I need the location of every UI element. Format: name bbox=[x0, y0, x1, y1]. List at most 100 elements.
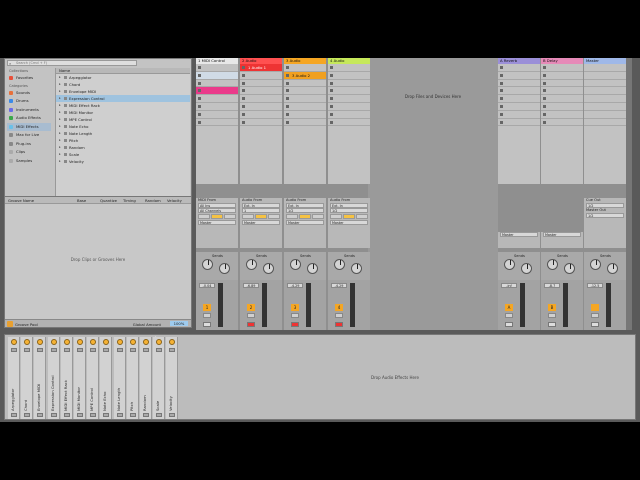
send-b-knob[interactable] bbox=[351, 263, 362, 274]
device-control[interactable] bbox=[156, 348, 163, 352]
monitor-option[interactable] bbox=[299, 214, 311, 219]
clip-slot[interactable] bbox=[284, 103, 326, 111]
send-a-knob[interactable] bbox=[246, 259, 257, 270]
volume-fader[interactable] bbox=[526, 283, 536, 327]
device-control[interactable] bbox=[169, 348, 176, 352]
arm-button[interactable] bbox=[591, 322, 599, 327]
output-select[interactable]: Master bbox=[543, 232, 581, 237]
clip-stop-icon[interactable] bbox=[543, 73, 546, 77]
clip-slot[interactable] bbox=[196, 103, 238, 111]
arm-button[interactable] bbox=[548, 322, 556, 327]
session-scrollbar[interactable] bbox=[626, 58, 632, 330]
clip-slot[interactable] bbox=[498, 103, 540, 111]
device-control[interactable] bbox=[63, 348, 70, 352]
device-control[interactable] bbox=[50, 348, 57, 352]
send-a-knob[interactable] bbox=[547, 259, 558, 270]
list-item[interactable]: ▸ Scale bbox=[56, 151, 190, 158]
clip-slot[interactable] bbox=[584, 80, 626, 88]
device[interactable]: Scale bbox=[153, 337, 166, 419]
clip-slot[interactable] bbox=[584, 111, 626, 119]
device-control[interactable] bbox=[11, 348, 17, 352]
device-control[interactable] bbox=[156, 413, 163, 417]
send-b-knob[interactable] bbox=[219, 263, 230, 274]
device-control[interactable] bbox=[37, 348, 44, 352]
clip-slot[interactable] bbox=[584, 119, 626, 127]
clip-slot[interactable] bbox=[196, 80, 238, 88]
clip-stop-icon[interactable] bbox=[500, 66, 503, 69]
solo-button[interactable] bbox=[203, 313, 211, 318]
clip-slot[interactable] bbox=[240, 72, 282, 80]
volume-fader[interactable] bbox=[268, 283, 278, 327]
expand-arrow-icon[interactable]: ▸ bbox=[59, 74, 61, 81]
sidebar-item-category[interactable]: Samples bbox=[7, 157, 51, 166]
clip-stop-icon[interactable] bbox=[330, 89, 333, 93]
device-activator-icon[interactable] bbox=[116, 339, 123, 345]
clip-slot[interactable] bbox=[541, 119, 583, 127]
clip-slot[interactable] bbox=[328, 95, 370, 103]
groove-column-header[interactable]: Quantize bbox=[100, 198, 117, 203]
expand-arrow-icon[interactable]: ▸ bbox=[59, 102, 61, 109]
arm-button[interactable] bbox=[203, 322, 211, 327]
device-control[interactable] bbox=[129, 348, 136, 352]
clip-slot[interactable] bbox=[498, 95, 540, 103]
clip-slot[interactable] bbox=[584, 95, 626, 103]
clip-slot[interactable] bbox=[541, 80, 583, 88]
volume-fader[interactable] bbox=[356, 283, 366, 327]
track-activator-button[interactable] bbox=[591, 304, 599, 311]
clip-slot[interactable] bbox=[284, 64, 326, 72]
clip-stop-icon[interactable] bbox=[500, 89, 503, 93]
clip-stop-icon[interactable] bbox=[330, 120, 333, 124]
list-item[interactable]: ▸ Arpeggiator bbox=[56, 74, 190, 81]
clip-slot[interactable] bbox=[541, 111, 583, 119]
solo-button[interactable] bbox=[505, 313, 513, 318]
device-activator-icon[interactable] bbox=[143, 339, 149, 345]
sidebar-item-category[interactable]: Max for Live bbox=[7, 131, 51, 140]
arm-button[interactable] bbox=[291, 322, 299, 327]
clip-slot[interactable] bbox=[328, 64, 370, 72]
send-a-knob[interactable] bbox=[504, 259, 515, 270]
volume-field[interactable]: -6.89 bbox=[243, 283, 259, 288]
expand-arrow-icon[interactable]: ▸ bbox=[59, 137, 61, 144]
clip-slot[interactable] bbox=[328, 119, 370, 127]
clip-slot[interactable] bbox=[240, 103, 282, 111]
volume-field[interactable]: -12.5 bbox=[587, 283, 603, 288]
clip-slot[interactable]: 1 Audio 1 bbox=[240, 64, 282, 72]
device-control[interactable] bbox=[77, 348, 83, 352]
device[interactable]: Chord bbox=[21, 337, 34, 419]
track-activator-button[interactable]: 4 bbox=[335, 304, 343, 311]
clip-stop-icon[interactable] bbox=[198, 81, 201, 85]
volume-field[interactable]: -0.04 bbox=[199, 283, 215, 288]
list-item[interactable]: ▸ Pitch bbox=[56, 137, 190, 144]
device-activator-icon[interactable] bbox=[63, 339, 70, 345]
clip-slot[interactable] bbox=[196, 87, 238, 96]
clip-stop-icon[interactable] bbox=[242, 73, 245, 77]
sidebar-item-category[interactable]: Audio Effects bbox=[7, 114, 51, 123]
monitor-option[interactable] bbox=[211, 214, 223, 219]
clip-slot[interactable] bbox=[240, 80, 282, 88]
clip-stop-icon[interactable] bbox=[198, 112, 201, 116]
device[interactable]: Pitch bbox=[126, 337, 139, 419]
solo-button[interactable] bbox=[335, 313, 343, 318]
send-b-knob[interactable] bbox=[607, 263, 618, 274]
output-select[interactable]: Master bbox=[242, 220, 280, 225]
clip-slot[interactable] bbox=[584, 87, 626, 96]
device-control[interactable] bbox=[77, 413, 83, 417]
clip-stop-icon[interactable] bbox=[330, 66, 333, 69]
clip-slot[interactable] bbox=[196, 95, 238, 103]
clip-slot[interactable] bbox=[240, 119, 282, 127]
device-activator-icon[interactable] bbox=[50, 339, 57, 345]
clip-slot[interactable] bbox=[284, 80, 326, 88]
clip-slot[interactable] bbox=[240, 95, 282, 103]
groove-column-header[interactable]: Random bbox=[145, 198, 161, 203]
device[interactable]: Random bbox=[140, 337, 152, 419]
groove-column-header[interactable]: Velocity bbox=[167, 198, 182, 203]
clip-slot[interactable] bbox=[284, 111, 326, 119]
clip-slot[interactable] bbox=[196, 111, 238, 119]
volume-fader[interactable] bbox=[312, 283, 322, 327]
list-item[interactable]: ▸ MPE Control bbox=[56, 116, 190, 123]
clip-slot[interactable] bbox=[541, 103, 583, 111]
clip-slot[interactable] bbox=[498, 87, 540, 96]
device-control[interactable] bbox=[143, 413, 149, 417]
volume-field[interactable]: -inf bbox=[501, 283, 517, 288]
clip-slot[interactable] bbox=[196, 64, 238, 72]
